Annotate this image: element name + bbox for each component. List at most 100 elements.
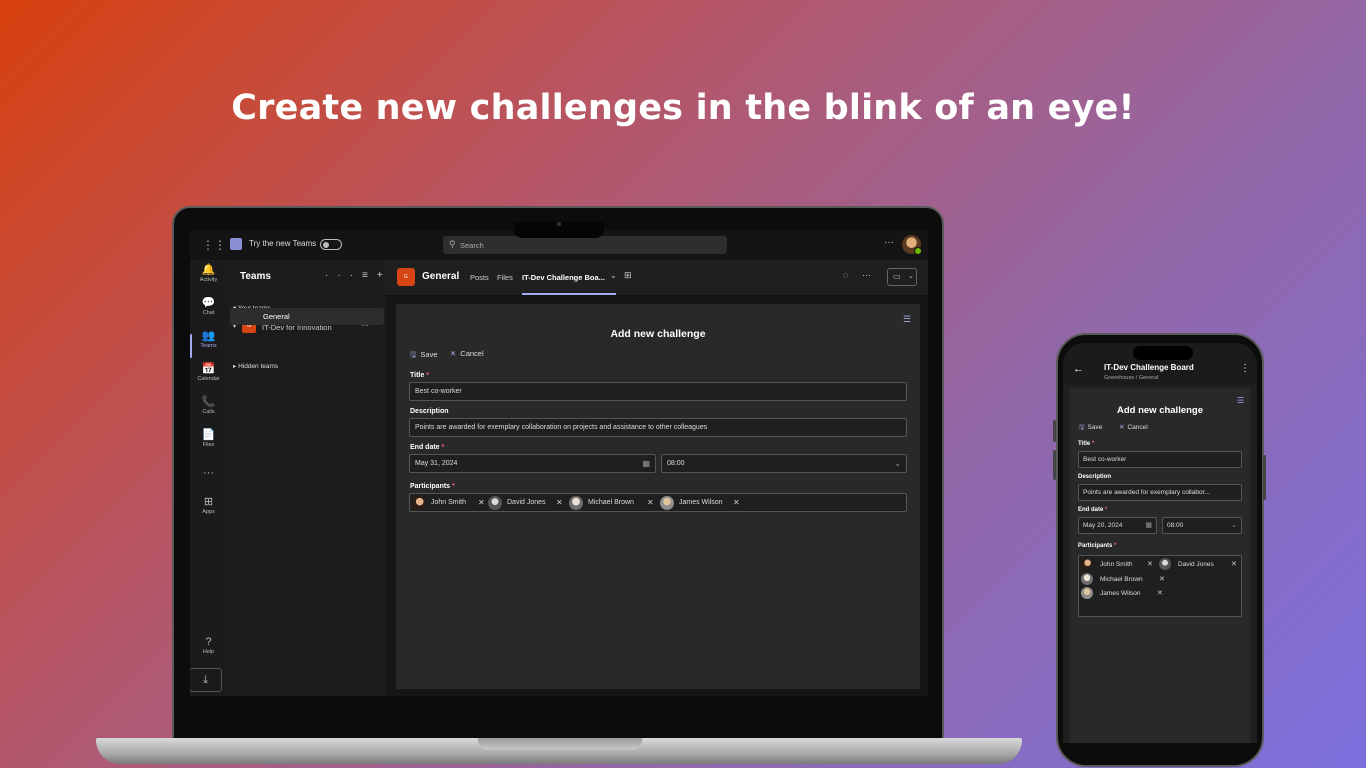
rail-files[interactable]: 📄 Files (190, 429, 227, 459)
tab-files[interactable]: Files (497, 273, 513, 282)
back-arrow-icon[interactable]: ← (1073, 363, 1084, 375)
search-input[interactable]: ⚲ Search (443, 236, 727, 254)
tab-posts[interactable]: Posts (470, 273, 489, 282)
teams-window: ⋮⋮⋮ Try the new Teams ⚲ Search ··· 🔔 Act… (190, 230, 928, 696)
rail-label: Help (202, 649, 215, 655)
breadcrumb: Greenhouse / General (1104, 375, 1159, 381)
avatar (660, 496, 674, 510)
rail-teams[interactable]: 👥 Teams (190, 330, 227, 360)
title-value: Best co-worker (415, 388, 462, 395)
app-launcher-icon[interactable]: ⋮⋮⋮ (202, 238, 238, 252)
rail-help[interactable]: ? Help (190, 636, 227, 666)
teams-list-pane: Teams ···≡+ ▾ Your teams ▾ G IT-Dev for … (227, 260, 385, 696)
chevron-down-icon[interactable]: ⌄ (610, 271, 617, 280)
search-icon: ⚲ (449, 239, 456, 249)
save-label: Save (420, 350, 438, 359)
remove-participant-icon[interactable]: ✕ (733, 498, 740, 507)
description-field[interactable]: Points are awarded for exemplary collabo… (409, 418, 907, 437)
more-options-icon[interactable]: ··· (325, 270, 362, 281)
camera-icon (557, 222, 561, 226)
remove-participant-icon[interactable]: ✕ (1231, 560, 1237, 568)
channel-label: General (263, 312, 290, 321)
time-value: 08:00 (1167, 522, 1184, 529)
phone-icon: 📞 (201, 396, 216, 408)
rail-label: Chat (202, 310, 215, 316)
teams-pane-actions[interactable]: ···≡+ (325, 270, 392, 281)
title-field[interactable]: Best co-worker (1078, 451, 1242, 468)
description-field[interactable]: Points are awarded for exemplary collabo… (1078, 484, 1242, 501)
filter-icon[interactable]: ≡ (362, 270, 377, 281)
teams-logo-icon (230, 238, 242, 250)
try-new-teams-label: Try the new Teams (249, 239, 317, 248)
phone-side-button (1053, 450, 1056, 480)
participants-label: Participants * (1078, 543, 1117, 549)
meet-button[interactable]: ▭ ⌄ (887, 268, 917, 286)
hidden-teams-label: Hidden teams (238, 363, 279, 370)
participant-name: Michael Brown (588, 499, 634, 506)
description-value: Points are awarded for exemplary collabo… (1083, 489, 1210, 496)
rail-more[interactable]: ··· (190, 467, 227, 497)
participant-name: James Wilson (1100, 590, 1141, 597)
chevron-down-icon: ⌄ (1231, 522, 1237, 529)
save-button[interactable]: 🖫 Save (1079, 423, 1102, 434)
more-icon: ··· (203, 467, 214, 479)
remove-participant-icon[interactable]: ✕ (1157, 589, 1163, 597)
avatar[interactable] (902, 235, 922, 255)
remove-participant-icon[interactable]: ✕ (1147, 560, 1153, 568)
app-rail: 🔔 Activity 💬 Chat 👥 Teams 📅 Calendar 📞 C… (190, 260, 227, 696)
rail-calendar[interactable]: 📅 Calendar (190, 363, 227, 393)
download-icon: ⤓ (203, 674, 208, 686)
remove-participant-icon[interactable]: ✕ (1159, 575, 1165, 583)
more-options-icon[interactable]: ··· (862, 270, 871, 280)
participant-name: John Smith (431, 499, 467, 506)
cancel-button[interactable]: ✕ Cancel (1119, 423, 1148, 431)
participant-name: Michael Brown (1100, 576, 1143, 583)
add-tab-icon[interactable]: ⊞ (624, 270, 632, 281)
remove-participant-icon[interactable]: ✕ (647, 498, 654, 507)
end-time-select[interactable]: 08:00 ⌄ (661, 454, 907, 473)
cancel-label: Cancel (460, 349, 484, 358)
save-button[interactable]: 🖫 Save (410, 349, 438, 362)
rail-calls[interactable]: 📞 Calls (190, 396, 227, 426)
title-label: Title * (1078, 441, 1095, 447)
chat-icon[interactable]: ◌ (843, 270, 848, 280)
bell-icon: 🔔 (201, 264, 216, 276)
end-date-picker[interactable]: May 31, 2024 ▦ (409, 454, 656, 473)
avatar (488, 496, 502, 510)
rail-apps[interactable]: ⊞ Apps (190, 496, 227, 526)
menu-icon[interactable]: ☰ (1237, 396, 1244, 405)
more-options-icon[interactable]: ··· (884, 237, 894, 248)
remove-participant-icon[interactable]: ✕ (556, 498, 563, 507)
video-icon: ▭ (893, 272, 901, 281)
title-field[interactable]: Best co-worker (409, 382, 907, 401)
menu-icon[interactable]: ☰ (903, 314, 911, 325)
close-icon: ✕ (450, 349, 457, 358)
participants-picker[interactable]: John Smith ✕ David Jones ✕ Michael Brown… (1078, 555, 1242, 617)
participants-picker[interactable]: John Smith ✕ David Jones ✕ Michael Brown… (409, 493, 907, 512)
cancel-button[interactable]: ✕ Cancel (450, 349, 484, 358)
file-icon: 📄 (201, 429, 216, 441)
description-value: Points are awarded for exemplary collabo… (415, 424, 708, 431)
search-placeholder: Search (460, 241, 484, 250)
cancel-label: Cancel (1127, 424, 1148, 431)
hidden-teams-section[interactable]: ▸ Hidden teams (233, 362, 278, 370)
title-label: Title * (410, 372, 429, 379)
save-icon: 🖫 (410, 350, 417, 359)
end-date-picker[interactable]: May 20, 2024 ▦ (1078, 517, 1157, 534)
channel-header: G General Posts Files IT-Dev Challenge B… (385, 260, 928, 296)
avatar (569, 496, 583, 510)
participant-name: David Jones (507, 499, 546, 506)
end-time-select[interactable]: 08:00 ⌄ (1162, 517, 1242, 534)
tab-challenge-board[interactable]: IT-Dev Challenge Boa... (522, 273, 605, 282)
channel-item-general[interactable]: General (230, 308, 384, 325)
rail-activity[interactable]: 🔔 Activity (190, 264, 227, 294)
description-label: Description (410, 408, 449, 415)
apps-icon: ⊞ (203, 496, 214, 508)
remove-participant-icon[interactable]: ✕ (478, 498, 485, 507)
rail-chat[interactable]: 💬 Chat (190, 297, 227, 327)
date-value: May 31, 2024 (415, 460, 458, 467)
more-options-icon[interactable]: ⋮ (1240, 363, 1250, 374)
try-new-teams-toggle[interactable] (320, 239, 342, 250)
calendar-icon: 📅 (201, 363, 216, 375)
download-button[interactable]: ⤓ (190, 668, 222, 692)
